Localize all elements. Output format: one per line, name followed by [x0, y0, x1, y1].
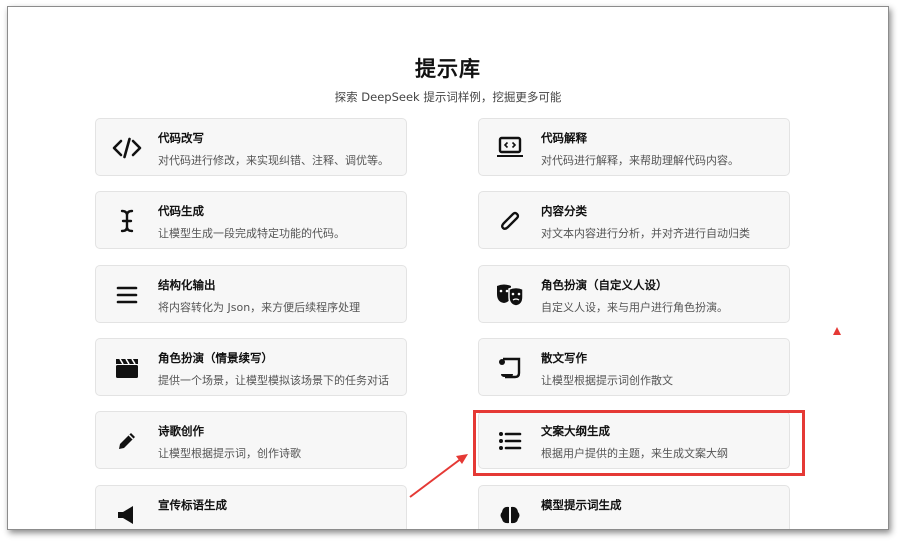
card-description: 自定义人设，来与用户进行角色扮演。 [541, 301, 728, 314]
code-icon [112, 133, 142, 163]
page-title: 提示库 [415, 57, 481, 81]
prompt-card-roleplay-persona[interactable]: 角色扮演（自定义人设） 自定义人设，来与用户进行角色扮演。 [478, 265, 790, 323]
card-description: 对代码进行解释，来帮助理解代码内容。 [541, 154, 739, 167]
card-title: 角色扮演（情景续写） [158, 351, 273, 365]
card-title: 诗歌创作 [158, 424, 204, 438]
prompt-card-prose-writing[interactable]: 散文写作 让模型根据提示词创作散文 [478, 338, 790, 396]
card-title: 结构化输出 [158, 278, 216, 292]
card-title: 代码解释 [541, 131, 587, 145]
card-description: 让模型根据提示词，创作诗歌 [158, 447, 301, 460]
card-description: 对文本内容进行分析，并对齐进行自动归类 [541, 227, 750, 240]
prompt-card-slogan[interactable]: 宣传标语生成 [95, 485, 407, 529]
card-description: 让模型生成一段完成特定功能的代码。 [158, 227, 345, 240]
prompt-card-code-explain[interactable]: 代码解释 对代码进行解释，来帮助理解代码内容。 [478, 118, 790, 176]
card-description: 让模型根据提示词创作散文 [541, 374, 673, 387]
paperclip-icon [495, 206, 525, 236]
pencil-icon [112, 426, 142, 456]
highlight-box [473, 410, 805, 476]
prompt-card-code-generate[interactable]: 代码生成 让模型生成一段完成特定功能的代码。 [95, 191, 407, 249]
card-title: 代码改写 [158, 131, 204, 145]
card-description: 提供一个场景，让模型模拟该场景下的任务对话 [158, 374, 389, 387]
card-title: 宣传标语生成 [158, 498, 227, 512]
prompt-card-code-rewrite[interactable]: 代码改写 对代码进行修改，来实现纠错、注释、调优等。 [95, 118, 407, 176]
card-description: 将内容转化为 Json，来方便后续程序处理 [158, 301, 361, 314]
prompt-card-poetry[interactable]: 诗歌创作 让模型根据提示词，创作诗歌 [95, 411, 407, 469]
card-title: 角色扮演（自定义人设） [541, 278, 668, 292]
prompt-card-content-classify[interactable]: 内容分类 对文本内容进行分析，并对齐进行自动归类 [478, 191, 790, 249]
prompt-card-roleplay-scene[interactable]: 角色扮演（情景续写） 提供一个场景，让模型模拟该场景下的任务对话 [95, 338, 407, 396]
masks-icon [495, 280, 525, 310]
screenshot-frame: 提示库 探索 DeepSeek 提示词样例，挖掘更多可能 代码改写 对代码进行修… [7, 6, 889, 530]
page-subtitle: 探索 DeepSeek 提示词样例，挖掘更多可能 [334, 90, 562, 104]
brain-icon [495, 500, 525, 529]
card-title: 代码生成 [158, 204, 204, 218]
menu-icon [112, 280, 142, 310]
scroll-icon [495, 353, 525, 383]
clapperboard-icon [112, 353, 142, 383]
card-title: 模型提示词生成 [541, 498, 622, 512]
card-title: 内容分类 [541, 204, 587, 218]
cursor-marker-icon [833, 327, 841, 335]
prompt-card-structured-output[interactable]: 结构化输出 将内容转化为 Json，来方便后续程序处理 [95, 265, 407, 323]
prompt-card-prompt-generate[interactable]: 模型提示词生成 [478, 485, 790, 529]
card-description: 对代码进行修改，来实现纠错、注释、调优等。 [158, 154, 389, 167]
megaphone-icon [112, 500, 142, 529]
laptop-code-icon [495, 133, 525, 163]
card-title: 散文写作 [541, 351, 587, 365]
text-cursor-icon [112, 206, 142, 236]
